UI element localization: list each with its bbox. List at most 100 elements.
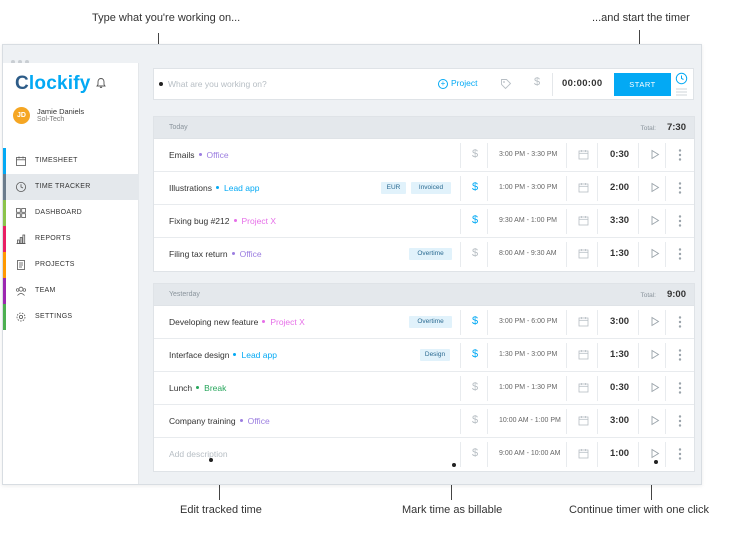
billable-dollar-icon[interactable]: $ bbox=[472, 447, 478, 459]
entry-time-range[interactable]: 8:00 AM - 9:30 AM bbox=[499, 250, 557, 257]
play-icon[interactable] bbox=[650, 215, 660, 226]
play-icon[interactable] bbox=[650, 316, 660, 327]
billable-dollar-icon[interactable]: $ bbox=[472, 414, 478, 426]
entry-project[interactable]: Project X bbox=[233, 216, 276, 226]
entry-tag[interactable]: EUR bbox=[381, 182, 406, 194]
entry-project[interactable]: Office bbox=[231, 249, 262, 259]
entry-project[interactable]: Break bbox=[196, 383, 226, 393]
entry-description[interactable]: Developing new feature Project X bbox=[169, 317, 305, 327]
play-icon[interactable] bbox=[650, 248, 660, 259]
more-options-icon[interactable] bbox=[678, 381, 682, 395]
entry-tag[interactable]: Overtime bbox=[409, 248, 452, 260]
sidebar-item-reports[interactable]: REPORTS bbox=[3, 226, 139, 252]
time-entry-row[interactable]: Illustrations Lead app EUR Invoiced $1:00 PM… bbox=[154, 172, 694, 205]
time-entry-row[interactable]: Lunch Break $1:00 PM - 1:30 PM 0:30 bbox=[154, 372, 694, 405]
play-icon[interactable] bbox=[650, 182, 660, 193]
calendar-icon[interactable] bbox=[578, 448, 589, 459]
more-options-icon[interactable] bbox=[678, 214, 682, 228]
project-picker[interactable]: + Project bbox=[438, 78, 477, 89]
play-icon[interactable] bbox=[650, 382, 660, 393]
bell-icon[interactable] bbox=[95, 77, 107, 89]
calendar-icon[interactable] bbox=[578, 182, 589, 193]
entry-time-range[interactable]: 10:00 AM - 1:00 PM bbox=[499, 417, 561, 424]
time-entry-row[interactable]: Interface design Lead app Design $1:30 PM -… bbox=[154, 339, 694, 372]
entry-tag[interactable]: Design bbox=[420, 349, 450, 361]
calendar-icon[interactable] bbox=[578, 415, 589, 426]
entry-description[interactable]: Interface design Lead app bbox=[169, 350, 277, 360]
sidebar-item-settings[interactable]: SETTINGS bbox=[3, 304, 139, 330]
start-button[interactable]: START bbox=[614, 73, 671, 96]
entry-duration[interactable]: 1:00 bbox=[610, 448, 629, 459]
time-entry-row[interactable]: Filing tax return Office Overtime $8:00 AM … bbox=[154, 238, 694, 271]
calendar-icon[interactable] bbox=[578, 248, 589, 259]
time-entry-row[interactable]: Developing new feature Project X Overtime $… bbox=[154, 306, 694, 339]
entry-time-range[interactable]: 1:30 PM - 3:00 PM bbox=[499, 351, 557, 358]
entry-time-range[interactable]: 9:30 AM - 1:00 PM bbox=[499, 217, 557, 224]
more-options-icon[interactable] bbox=[678, 247, 682, 261]
entry-description[interactable]: Add description bbox=[169, 449, 228, 459]
clockify-logo[interactable]: Clockify bbox=[15, 73, 91, 95]
time-entry-row[interactable]: Add description $9:00 AM - 10:00 AM 1:00 bbox=[154, 438, 694, 471]
calendar-icon[interactable] bbox=[578, 349, 589, 360]
more-options-icon[interactable] bbox=[678, 315, 682, 329]
entry-project[interactable]: Lead app bbox=[216, 183, 259, 193]
sidebar-item-timesheet[interactable]: TIMESHEET bbox=[3, 148, 139, 174]
calendar-icon[interactable] bbox=[578, 149, 589, 160]
sidebar-item-dashboard[interactable]: DASHBOARD bbox=[3, 200, 139, 226]
entry-duration[interactable]: 0:30 bbox=[610, 149, 629, 160]
more-options-icon[interactable] bbox=[678, 348, 682, 362]
play-icon[interactable] bbox=[650, 448, 660, 459]
entry-duration[interactable]: 3:30 bbox=[610, 215, 629, 226]
entry-project[interactable]: Office bbox=[239, 416, 270, 426]
entry-description[interactable]: Emails Office bbox=[169, 150, 229, 160]
billable-dollar-icon[interactable]: $ bbox=[472, 214, 478, 226]
list-mode-icon[interactable] bbox=[676, 88, 687, 96]
sidebar-item-projects[interactable]: PROJECTS bbox=[3, 252, 139, 278]
entry-duration[interactable]: 3:00 bbox=[610, 316, 629, 327]
tag-icon[interactable] bbox=[500, 78, 512, 90]
entry-tag[interactable]: Invoiced bbox=[411, 182, 451, 194]
entry-description[interactable]: Company training Office bbox=[169, 416, 270, 426]
more-options-icon[interactable] bbox=[678, 414, 682, 428]
entry-project[interactable]: Project X bbox=[262, 317, 305, 327]
entry-description[interactable]: Fixing bug #212 Project X bbox=[169, 216, 276, 226]
billable-dollar-icon[interactable]: $ bbox=[472, 315, 478, 327]
more-options-icon[interactable] bbox=[678, 148, 682, 162]
entry-time-range[interactable]: 9:00 AM - 10:00 AM bbox=[499, 450, 560, 457]
entry-duration[interactable]: 1:30 bbox=[610, 349, 629, 360]
calendar-icon[interactable] bbox=[578, 215, 589, 226]
entry-project[interactable]: Office bbox=[198, 150, 229, 160]
entry-duration[interactable]: 2:00 bbox=[610, 182, 629, 193]
billable-dollar-icon[interactable]: $ bbox=[472, 381, 478, 393]
entry-time-range[interactable]: 1:00 PM - 3:00 PM bbox=[499, 184, 557, 191]
time-entry-row[interactable]: Fixing bug #212 Project X $9:30 AM - 1:00 … bbox=[154, 205, 694, 238]
clock-mode-icon[interactable] bbox=[675, 72, 688, 85]
more-options-icon[interactable] bbox=[678, 447, 682, 461]
calendar-icon[interactable] bbox=[578, 316, 589, 327]
description-input[interactable]: What are you working on? bbox=[168, 79, 267, 89]
entry-duration[interactable]: 1:30 bbox=[610, 248, 629, 259]
entry-description[interactable]: Filing tax return Office bbox=[169, 249, 262, 259]
entry-duration[interactable]: 0:30 bbox=[610, 382, 629, 393]
more-options-icon[interactable] bbox=[678, 181, 682, 195]
sidebar-item-time-tracker[interactable]: TIME TRACKER bbox=[3, 174, 139, 200]
entry-time-range[interactable]: 3:00 PM - 6:00 PM bbox=[499, 318, 557, 325]
entry-project[interactable]: Lead app bbox=[233, 350, 277, 360]
entry-duration[interactable]: 3:00 bbox=[610, 415, 629, 426]
entry-tag[interactable]: Overtime bbox=[409, 316, 452, 328]
entry-description[interactable]: Lunch Break bbox=[169, 383, 226, 393]
billable-dollar-icon[interactable]: $ bbox=[472, 348, 478, 360]
play-icon[interactable] bbox=[650, 149, 660, 160]
entry-time-range[interactable]: 3:00 PM - 3:30 PM bbox=[499, 151, 557, 158]
billable-dollar-icon[interactable]: $ bbox=[534, 76, 540, 88]
play-icon[interactable] bbox=[650, 349, 660, 360]
billable-dollar-icon[interactable]: $ bbox=[472, 148, 478, 160]
calendar-icon[interactable] bbox=[578, 382, 589, 393]
time-entry-row[interactable]: Company training Office $10:00 AM - 1:00 P… bbox=[154, 405, 694, 438]
billable-dollar-icon[interactable]: $ bbox=[472, 247, 478, 259]
time-entry-row[interactable]: Emails Office $3:00 PM - 3:30 PM 0:30 bbox=[154, 139, 694, 172]
entry-time-range[interactable]: 1:00 PM - 1:30 PM bbox=[499, 384, 557, 391]
play-icon[interactable] bbox=[650, 415, 660, 426]
entry-description[interactable]: Illustrations Lead app bbox=[169, 183, 259, 193]
billable-dollar-icon[interactable]: $ bbox=[472, 181, 478, 193]
